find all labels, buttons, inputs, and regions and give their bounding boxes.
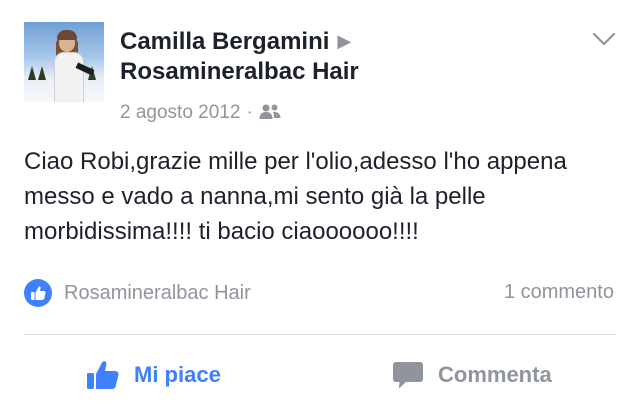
like-summary[interactable]: Rosamineralbac Hair (24, 279, 251, 307)
avatar-body (54, 52, 84, 102)
post-date[interactable]: 2 agosto 2012 (120, 102, 240, 123)
divider (24, 334, 616, 335)
like-button[interactable]: Mi piace (86, 357, 221, 393)
avatar-tree (38, 66, 46, 80)
arrow-right-icon: ▶ (337, 31, 352, 51)
avatar-hat (57, 30, 77, 40)
liked-by-name[interactable]: Rosamineralbac Hair (64, 282, 251, 305)
post-header-author: Camilla Bergamini ▶ (120, 27, 351, 56)
avatar-tree (28, 66, 36, 80)
meta-separator: · (246, 102, 253, 123)
post-message: Ciao Robi,grazie mille per l'olio,adesso… (24, 148, 567, 245)
friends-icon[interactable] (259, 102, 281, 123)
author-avatar[interactable] (24, 22, 104, 102)
chevron-down-icon[interactable] (592, 30, 616, 48)
comment-button[interactable]: Commenta (392, 357, 552, 393)
target-page-name[interactable]: Rosamineralbac Hair (120, 58, 359, 86)
comments-count[interactable]: 1 commento (504, 281, 614, 304)
post-meta: 2 agosto 2012 · (120, 101, 281, 125)
like-label: Mi piace (134, 362, 221, 387)
author-name[interactable]: Camilla Bergamini (120, 28, 329, 55)
comment-label: Commenta (438, 362, 552, 387)
like-reaction-icon (24, 279, 52, 307)
thumbs-up-icon (87, 361, 119, 389)
comment-bubble-icon (393, 362, 423, 389)
